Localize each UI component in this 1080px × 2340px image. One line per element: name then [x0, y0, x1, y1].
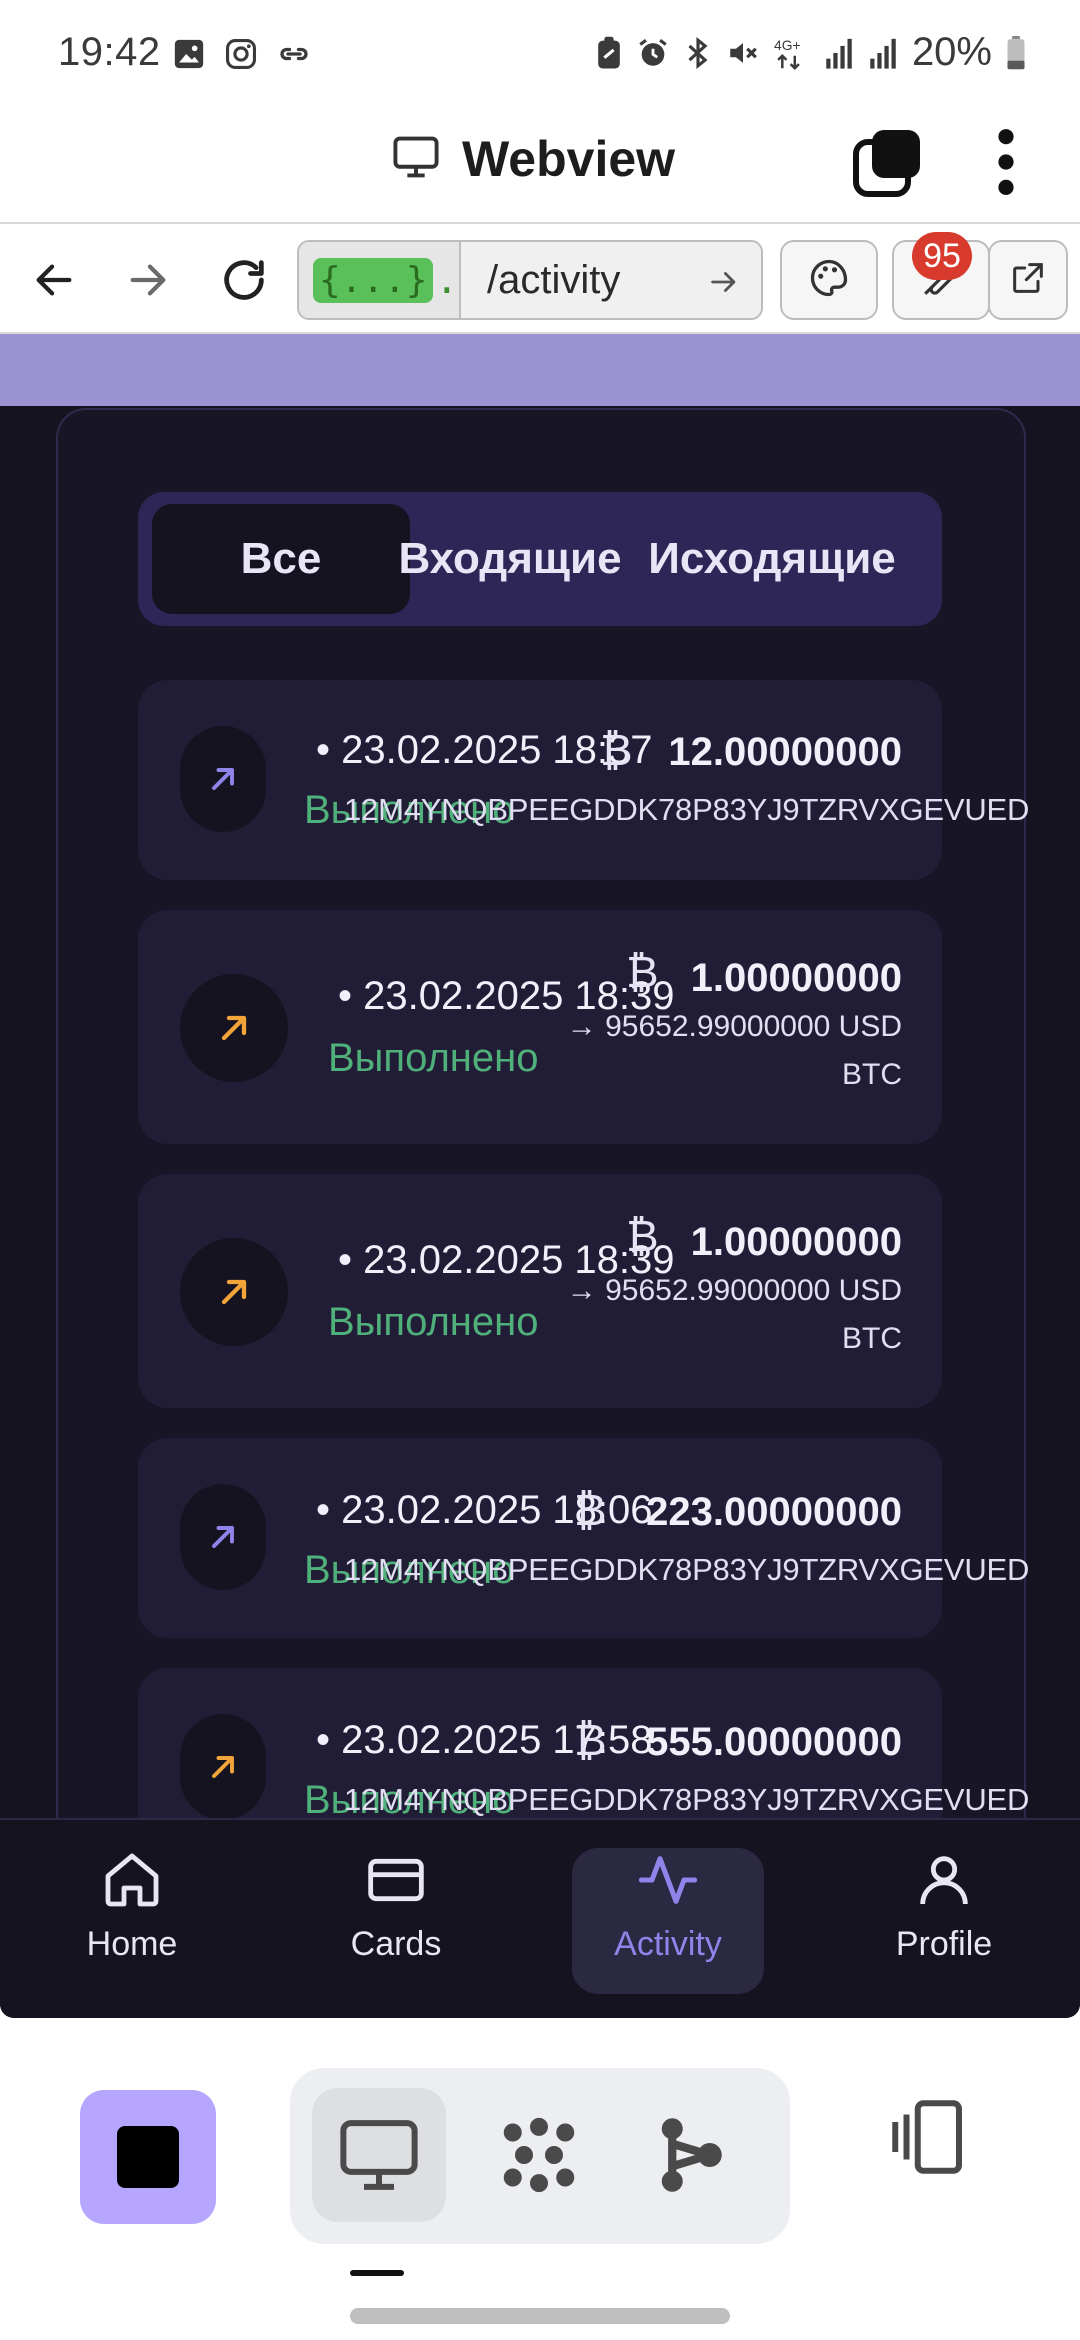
nav-item-activity[interactable]: Activity [588, 1848, 748, 1992]
webview-content: Все Входящие Исходящие • 23.02.2025 18:3… [0, 334, 1080, 2018]
tab-incoming[interactable]: Входящие [398, 504, 621, 614]
tabs-stack-icon[interactable] [852, 126, 924, 203]
signal-icon [824, 36, 854, 70]
open-external-icon [1008, 258, 1048, 303]
split-screen-icon[interactable] [884, 2092, 974, 2182]
mode-switcher [290, 2068, 790, 2244]
monitor-icon[interactable] [334, 2110, 424, 2200]
transaction-address: 12M4YNQBPEEGDDK78P83YJ9TZRVXGEVUED [344, 1552, 1030, 1587]
battery-icon [1006, 35, 1026, 70]
transaction-conversion: → 95652.99000000 USD [566, 1010, 902, 1043]
app-header: Webview [0, 110, 1080, 222]
incoming-arrow-icon [180, 726, 266, 832]
card-icon [364, 1848, 428, 1917]
url-bar[interactable]: {...} .rep /activity [297, 240, 763, 320]
stop-button[interactable] [80, 2090, 216, 2224]
devtools-count-badge: 95 [912, 232, 972, 280]
bitcoin-icon: ₿ [626, 1212, 659, 1261]
alarm-icon [636, 36, 670, 70]
image-icon [172, 37, 206, 71]
instagram-icon [224, 37, 258, 71]
incoming-arrow-icon [180, 1484, 266, 1590]
nav-label: Cards [350, 1925, 442, 1963]
url-path-input[interactable]: /activity [461, 242, 761, 318]
lock-note-icon [596, 36, 622, 70]
outgoing-arrow-icon [180, 1714, 266, 1820]
transaction-card[interactable]: • 23.02.2025 18:39 Выполнено ₿ 1.0000000… [138, 910, 942, 1144]
palette-icon [807, 256, 851, 305]
page-header-band [0, 334, 1080, 406]
bitcoin-icon: ₿ [574, 1486, 607, 1535]
transaction-amount: 1.00000000 [690, 956, 902, 1000]
grid-dots-icon[interactable] [494, 2110, 584, 2200]
gesture-bar[interactable] [350, 2308, 730, 2324]
signal-icon [868, 36, 898, 70]
reload-icon[interactable] [206, 242, 282, 318]
url-host-badge: {...} [313, 257, 434, 303]
status-right-icons: 4G+ 20% [596, 30, 1026, 75]
mute-icon [726, 36, 760, 70]
app-dock [0, 2018, 1080, 2340]
transaction-address: 12M4YNQBPEEGDDK78P83YJ9TZRVXGEVUED [344, 792, 1030, 827]
nav-label: Home [86, 1925, 178, 1963]
url-domain: .rep [435, 258, 459, 302]
transaction-address: 12M4YNQBPEEGDDK78P83YJ9TZRVXGEVUED [344, 1782, 1030, 1817]
nav-label: Activity [614, 1925, 722, 1963]
monitor-icon [390, 131, 442, 188]
open-external-button[interactable] [988, 240, 1068, 320]
go-arrow-icon[interactable] [707, 264, 741, 309]
transaction-conversion: → 95652.99000000 USD [566, 1274, 902, 1307]
transaction-amount: 223.00000000 [646, 1490, 902, 1534]
transaction-status: Выполнено [328, 1036, 539, 1080]
tab-outgoing[interactable]: Исходящие [612, 504, 932, 614]
network-label: 4G+ [774, 37, 801, 53]
bitcoin-icon: ₿ [626, 948, 659, 997]
link-icon [276, 36, 312, 72]
stop-icon [117, 2126, 179, 2188]
network-4g-icon: 4G+ [774, 36, 810, 70]
tab-all[interactable]: Все [152, 504, 410, 614]
more-vert-icon[interactable] [984, 124, 1028, 205]
palette-button[interactable] [780, 240, 878, 320]
outgoing-arrow-icon [180, 1238, 288, 1346]
status-left-icons [172, 36, 312, 72]
battery-percent: 20% [911, 30, 992, 74]
transaction-card[interactable]: • 23.02.2025 18:37 Выполнено ₿ 12.000000… [138, 680, 1029, 880]
nav-label: Profile [895, 1925, 993, 1963]
bottom-nav: Home Cards Activity Profile [0, 1818, 1080, 2018]
transaction-card[interactable]: • 23.02.2025 18:06 Выполнено ₿ 223.00000… [138, 1438, 1029, 1638]
url-path-text: /activity [487, 257, 621, 302]
forward-arrow-icon[interactable] [110, 242, 186, 318]
transaction-status: Выполнено [328, 1300, 539, 1344]
bitcoin-icon: ₿ [574, 1716, 607, 1765]
transaction-asset: BTC [842, 1322, 902, 1355]
transaction-amount: 1.00000000 [690, 1220, 902, 1264]
nav-item-profile[interactable]: Profile [864, 1848, 1024, 1992]
app-title-text: Webview [462, 131, 676, 187]
status-bar: 19:42 4G+ 20% [0, 0, 1080, 110]
filter-tabs: Все Входящие Исходящие [138, 492, 942, 626]
nav-item-home[interactable]: Home [52, 1848, 212, 1992]
dock-indicator [350, 2270, 404, 2276]
back-arrow-icon[interactable] [16, 242, 92, 318]
activity-icon [636, 1848, 700, 1917]
bluetooth-icon [684, 36, 712, 70]
screen: 19:42 4G+ 20% Webview {...} . /activity … [0, 0, 1080, 2340]
outgoing-arrow-icon [180, 974, 288, 1082]
profile-icon [912, 1848, 976, 1917]
transaction-amount: 12.00000000 [668, 730, 902, 774]
share-node-icon[interactable] [646, 2110, 736, 2200]
status-time: 19:42 [58, 30, 161, 74]
app-title: Webview [390, 130, 675, 188]
bitcoin-icon: ₿ [600, 726, 633, 775]
nav-item-cards[interactable]: Cards [316, 1848, 476, 1992]
transaction-asset: BTC [842, 1058, 902, 1091]
transaction-card[interactable]: • 23.02.2025 18:39 Выполнено ₿ 1.0000000… [138, 1174, 942, 1408]
url-host: {...} .rep [299, 242, 461, 318]
home-icon [100, 1848, 164, 1917]
transaction-amount: 555.00000000 [646, 1720, 902, 1764]
